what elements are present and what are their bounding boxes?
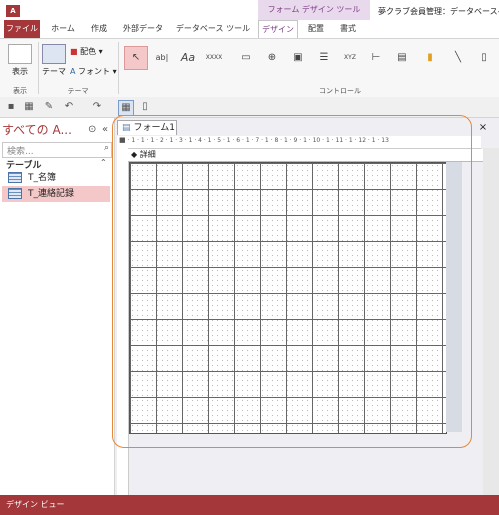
view-group-label: 表示 <box>13 87 27 95</box>
close-document-icon[interactable]: × <box>476 121 490 134</box>
theme-group-label: テーマ <box>67 87 89 95</box>
line-control-icon[interactable]: ╲ <box>446 46 470 70</box>
page-break-icon[interactable]: ⊢ <box>364 46 388 70</box>
tab-home[interactable]: ホーム <box>46 20 80 38</box>
nav-search-input[interactable]: 検索... ⌕ <box>2 142 112 158</box>
theme-button[interactable]: テーマ <box>40 66 68 77</box>
ribbon-separator <box>38 42 39 94</box>
text-box-control-icon[interactable]: ab| <box>150 46 174 70</box>
nav-section-tables[interactable]: テーブル ⌃ <box>6 158 110 171</box>
tab-external-data[interactable]: 外部データ <box>118 20 168 38</box>
blank-page-icon[interactable]: ▯ <box>138 100 152 114</box>
grid-view-icon[interactable]: ▦ <box>118 100 134 116</box>
document-title: 夢クラブ会員管理：データベース- C: <box>378 7 499 16</box>
web-browser-control-icon[interactable]: ▣ <box>286 46 310 70</box>
tab-create[interactable]: 作成 <box>84 20 114 38</box>
vertical-scrollbar[interactable] <box>483 148 499 495</box>
tab-control-icon[interactable]: ▭ <box>234 46 258 70</box>
button-control-icon[interactable]: XXXX <box>202 46 226 70</box>
nav-item-t-renraku-kiroku[interactable]: T_連絡記録 <box>2 186 110 202</box>
tab-file[interactable]: ファイル <box>4 20 40 38</box>
navigation-control-icon[interactable]: ☰ <box>312 46 336 70</box>
chevron-down-icon[interactable]: ⊙ <box>88 120 96 140</box>
toggle-button-icon[interactable]: ▯ <box>472 46 496 70</box>
form-design-tools-header: フォーム デザイン ツール <box>258 0 370 20</box>
table-icon <box>8 188 22 199</box>
view-icon[interactable] <box>8 44 32 64</box>
controls-group-label: コントロール <box>319 87 361 95</box>
undo-icon[interactable]: ↶ <box>62 100 76 114</box>
tab-design[interactable]: デザイン <box>258 20 298 39</box>
colors-button[interactable]: ■ 配色 ▾ <box>70 46 103 57</box>
table-icon <box>8 172 22 183</box>
chevron-up-icon[interactable]: ⌃ <box>100 158 107 167</box>
ribbon-separator <box>118 42 119 94</box>
design-icon[interactable]: ✎ <box>42 100 56 114</box>
theme-icon[interactable] <box>42 44 66 64</box>
nav-pane-header[interactable]: すべての A... ⊙ « <box>2 120 112 140</box>
collapse-pane-icon[interactable]: « <box>102 120 108 140</box>
combo-box-icon[interactable]: ▤ <box>390 46 414 70</box>
tab-format[interactable]: 書式 <box>334 20 362 38</box>
search-icon[interactable]: ⌕ <box>104 143 109 153</box>
access-app-icon: A <box>6 5 20 17</box>
hyperlink-control-icon[interactable]: ⊕ <box>260 46 284 70</box>
select-pointer-icon[interactable]: ↖ <box>124 46 148 70</box>
label-control-icon[interactable]: Aa <box>176 46 200 70</box>
form-view-icon[interactable]: ▦ <box>22 100 36 114</box>
chart-icon[interactable]: ▮ <box>418 46 442 70</box>
redo-icon[interactable]: ↷ <box>90 100 104 114</box>
view-button[interactable]: 表示 <box>6 66 34 77</box>
nav-item-t-meibo[interactable]: T_名簿 <box>2 170 110 186</box>
option-group-icon[interactable]: XYZ <box>338 46 362 70</box>
tab-database-tools[interactable]: データベース ツール <box>172 20 254 38</box>
save-icon[interactable]: ▪ <box>4 100 18 114</box>
annotation-highlight-outline <box>112 115 472 448</box>
tab-arrange[interactable]: 配置 <box>302 20 330 38</box>
status-bar: デザイン ビュー <box>0 495 499 515</box>
fonts-button[interactable]: A フォント ▾ <box>70 66 117 77</box>
